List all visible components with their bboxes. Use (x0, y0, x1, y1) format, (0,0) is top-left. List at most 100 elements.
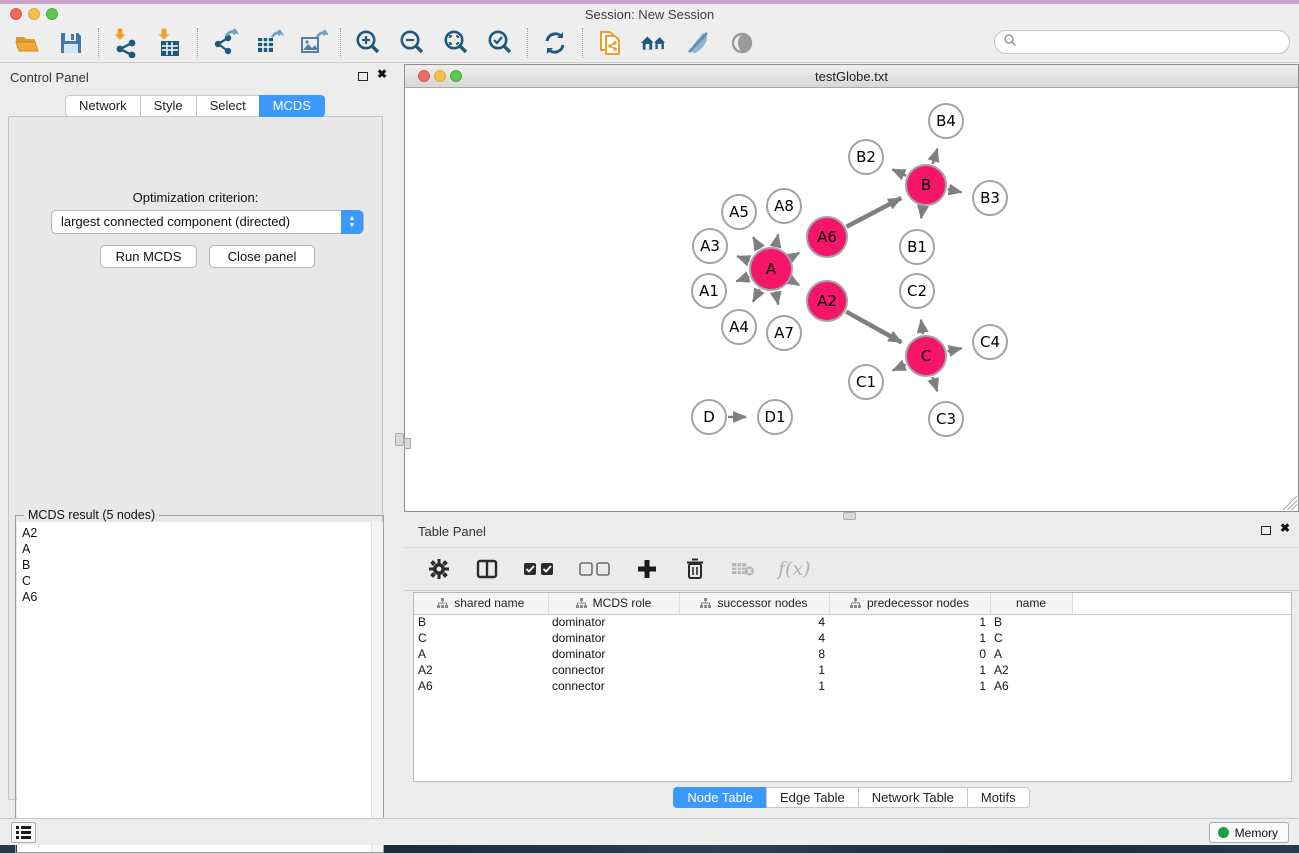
task-history-button[interactable] (11, 822, 36, 843)
table-row[interactable]: A2connector11A2 (414, 662, 1291, 678)
column-header-predecessor-nodes[interactable]: predecessor nodes (829, 593, 990, 614)
table-cell[interactable]: C (990, 630, 1072, 646)
table-cell[interactable]: 1 (679, 678, 829, 694)
vertical-divider-handle[interactable] (395, 433, 404, 446)
table-cell[interactable]: A2 (990, 662, 1072, 678)
edge-B-B4[interactable] (933, 149, 938, 164)
delete-table-icon[interactable] (730, 556, 756, 582)
run-mcds-button[interactable]: Run MCDS (100, 245, 197, 268)
column-header-mcds-role[interactable]: MCDS role (548, 593, 679, 614)
result-list-item[interactable]: B (17, 557, 383, 573)
table-cell[interactable]: 1 (679, 662, 829, 678)
edge-C-C4[interactable] (947, 348, 961, 351)
network-canvas[interactable]: B4B2BB3B1A5A8A6A3AC2A1A2A4A7C4CC1C3DD1 (405, 88, 1298, 511)
close-panel-button[interactable]: Close panel (209, 245, 315, 268)
zoom-in-icon[interactable] (353, 28, 383, 58)
table-row[interactable]: Cdominator41C (414, 630, 1291, 646)
refresh-layout-icon[interactable] (540, 28, 570, 58)
function-icon[interactable]: f(x) (778, 558, 811, 580)
table-cell[interactable]: A2 (414, 662, 548, 678)
plus-icon[interactable] (634, 556, 660, 582)
tab-motifs[interactable]: Motifs (967, 787, 1030, 808)
table-cell[interactable]: B (990, 614, 1072, 630)
gear-icon[interactable] (426, 556, 452, 582)
table-cell[interactable]: dominator (548, 646, 679, 662)
close-table-panel-icon[interactable]: ✖ (1280, 521, 1290, 535)
table-cell[interactable]: 1 (829, 630, 990, 646)
edge-C-C1[interactable] (893, 365, 906, 371)
tab-network[interactable]: Network (65, 95, 140, 117)
zoom-fit-icon[interactable] (441, 28, 471, 58)
mcds-result-list[interactable]: A2ABCA6 (17, 522, 383, 852)
edge-B-B1[interactable] (921, 207, 923, 219)
edge-A-A4[interactable] (753, 289, 760, 301)
tab-edge-table[interactable]: Edge Table (766, 787, 858, 808)
memory-button[interactable]: Memory (1209, 822, 1289, 843)
save-floppy-icon[interactable] (56, 28, 86, 58)
copy-network-document-icon[interactable] (595, 28, 625, 58)
edge-A-A8[interactable] (776, 234, 778, 246)
table-cell[interactable]: connector (548, 678, 679, 694)
open-folder-icon[interactable] (12, 28, 42, 58)
table-cell[interactable]: connector (548, 662, 679, 678)
table-cell[interactable]: 8 (679, 646, 829, 662)
search-input[interactable] (994, 30, 1290, 54)
trash-icon[interactable] (682, 556, 708, 582)
close-panel-icon[interactable]: ✖ (377, 67, 387, 81)
node-table[interactable]: shared nameMCDS rolesuccessor nodesprede… (413, 592, 1292, 782)
table-cell[interactable]: A (414, 646, 548, 662)
checked-checkboxes-icon[interactable] (522, 556, 556, 582)
result-list-item[interactable]: C (17, 573, 383, 589)
export-image-icon[interactable] (298, 28, 328, 58)
edge-A2-C[interactable] (846, 312, 901, 343)
edge-B-B2[interactable] (892, 169, 906, 175)
table-row[interactable]: A6connector11A6 (414, 678, 1291, 694)
table-cell[interactable]: B (414, 614, 548, 630)
import-table-icon[interactable] (155, 28, 185, 58)
table-cell[interactable]: A6 (990, 678, 1072, 694)
result-list-item[interactable]: A (17, 541, 383, 557)
column-header-successor-nodes[interactable]: successor nodes (679, 593, 829, 614)
tab-network-table[interactable]: Network Table (858, 787, 967, 808)
unchecked-checkboxes-icon[interactable] (578, 556, 612, 582)
result-list-scrollbar[interactable] (371, 522, 383, 852)
result-list-item[interactable]: A6 (17, 589, 383, 605)
edge-A-A5[interactable] (753, 237, 760, 249)
table-cell[interactable]: dominator (548, 630, 679, 646)
edge-A-A1[interactable] (736, 277, 749, 282)
float-panel-icon[interactable] (358, 72, 368, 81)
column-header-shared-name[interactable]: shared name (414, 593, 548, 614)
edge-C-C3[interactable] (933, 377, 938, 391)
table-cell[interactable]: 1 (829, 614, 990, 630)
table-cell[interactable]: 4 (679, 614, 829, 630)
column-header-name[interactable]: name (990, 593, 1072, 614)
export-network-icon[interactable] (210, 28, 240, 58)
table-cell[interactable]: 4 (679, 630, 829, 646)
resize-grip-icon[interactable] (1283, 496, 1297, 510)
paintbrush-slash-icon[interactable] (683, 28, 713, 58)
tab-style[interactable]: Style (140, 95, 196, 117)
edge-A-A7[interactable] (776, 292, 779, 305)
table-cell[interactable]: 0 (829, 646, 990, 662)
table-row[interactable]: Adominator80A (414, 646, 1291, 662)
split-columns-icon[interactable] (474, 556, 500, 582)
export-table-icon[interactable] (254, 28, 284, 58)
edge-C-C2[interactable] (921, 320, 923, 334)
edge-A-A2[interactable] (791, 280, 799, 285)
tab-node-table[interactable]: Node Table (673, 787, 766, 808)
tab-select[interactable]: Select (196, 95, 259, 117)
import-network-icon[interactable] (111, 28, 141, 58)
tab-mcds[interactable]: MCDS (259, 95, 325, 117)
zoom-out-icon[interactable] (397, 28, 427, 58)
result-list-item[interactable]: A2 (17, 525, 383, 541)
table-cell[interactable]: 1 (829, 678, 990, 694)
eye-icon[interactable] (727, 28, 757, 58)
table-cell[interactable]: dominator (548, 614, 679, 630)
edge-B-B3[interactable] (948, 189, 962, 192)
table-cell[interactable]: A6 (414, 678, 548, 694)
edge-A-A3[interactable] (737, 256, 749, 261)
table-cell[interactable]: A (990, 646, 1072, 662)
table-cell[interactable]: C (414, 630, 548, 646)
zoom-selected-icon[interactable] (485, 28, 515, 58)
table-row[interactable]: Bdominator41B (414, 614, 1291, 630)
